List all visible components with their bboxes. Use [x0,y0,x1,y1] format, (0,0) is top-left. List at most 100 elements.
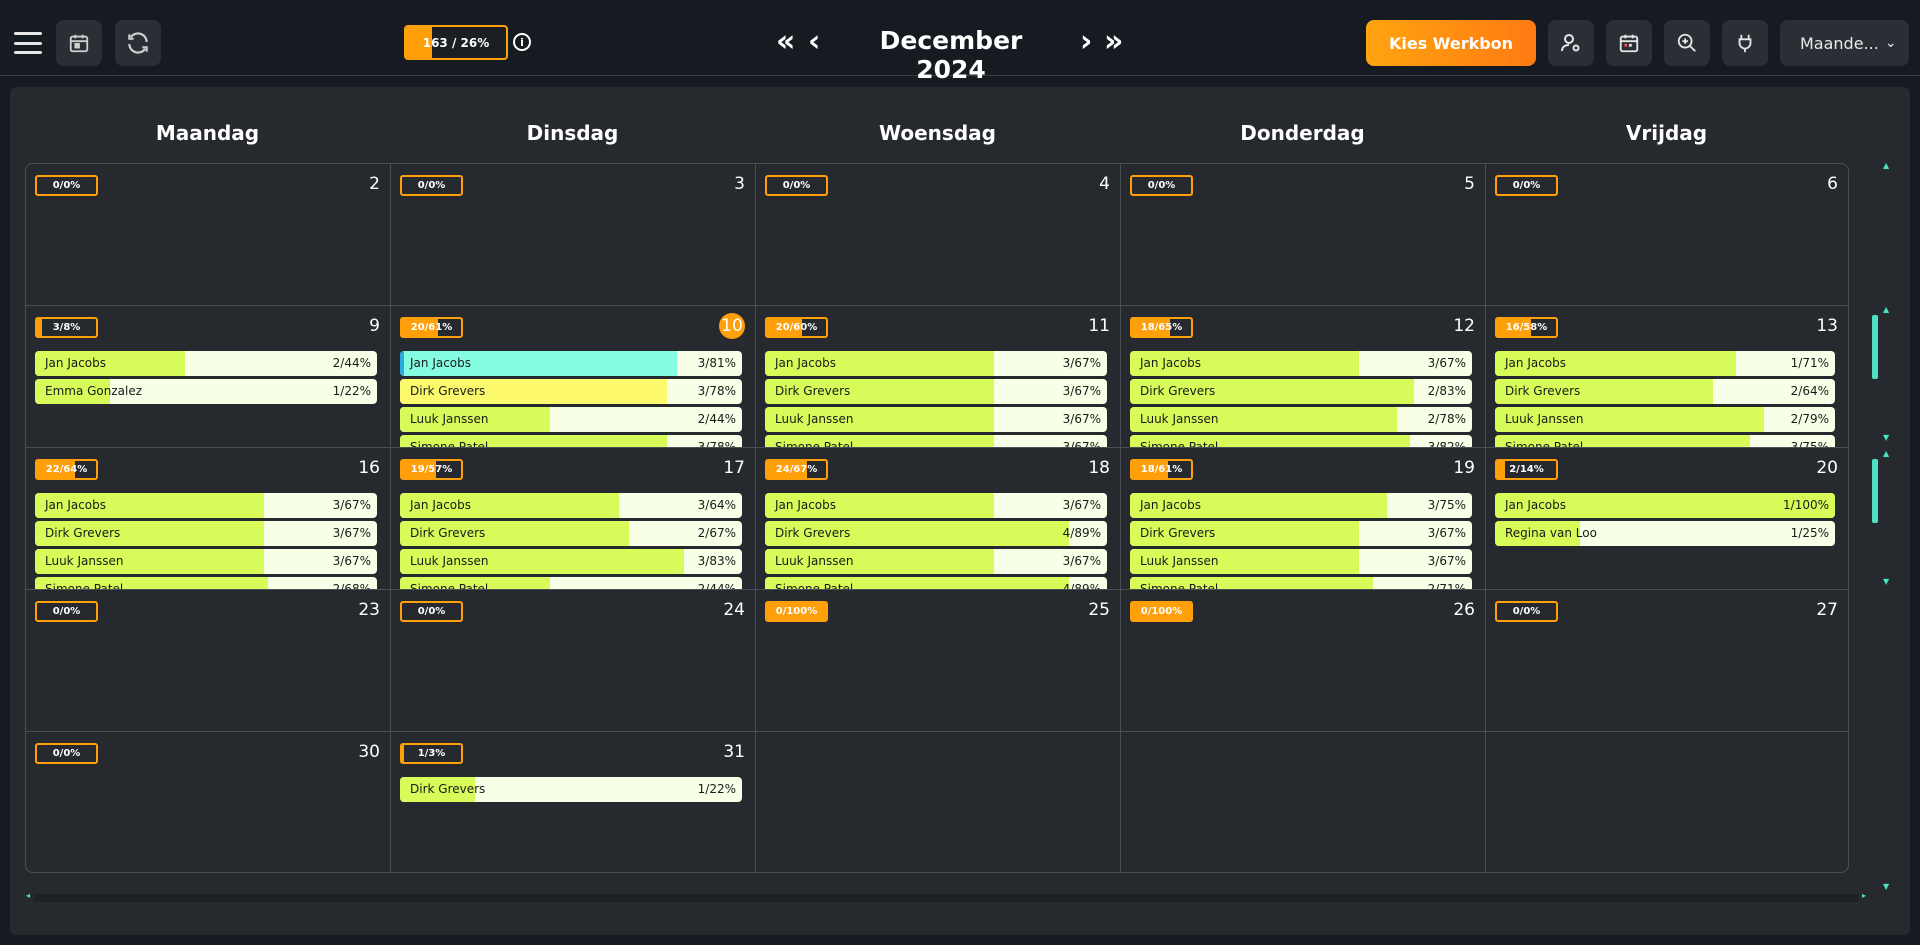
employee-row[interactable]: Simone Patel 3/78% [400,435,742,447]
employee-row[interactable]: Dirk Grevers 2/67% [400,521,742,546]
plug-icon [1738,34,1752,53]
day-capacity-badge: 0/0% [35,601,98,622]
employee-row[interactable]: Jan Jacobs 1/100% [1495,493,1835,518]
zoom-button[interactable] [1664,20,1710,66]
employee-name: Regina van Loo [1505,526,1597,540]
day-capacity-badge: 18/61% [1130,459,1193,480]
next-year-button[interactable]: » [1104,25,1123,59]
horizontal-scrollbar[interactable]: ◂ ▸ [26,891,1866,902]
week-scroll-thumb[interactable] [1872,315,1878,379]
refresh-button[interactable] [115,20,161,66]
employee-row[interactable]: Simone Patel 3/82% [1130,435,1472,447]
next-month-button[interactable]: › [1080,25,1092,59]
day-capacity-badge: 20/60% [765,317,828,338]
employee-row[interactable]: Simone Patel 2/71% [1130,577,1472,589]
employee-row[interactable]: Dirk Grevers 3/67% [1130,521,1472,546]
employee-row[interactable]: Jan Jacobs 3/67% [1130,351,1472,376]
scroll-left-arrow[interactable]: ◂ [26,891,30,900]
day-cell[interactable]: 0/0% 23 [26,590,391,732]
day-cell[interactable]: 0/0% 5 [1121,164,1486,306]
employee-row[interactable]: Jan Jacobs 3/67% [765,351,1107,376]
employee-row[interactable]: Regina van Loo 1/25% [1495,521,1835,546]
employee-row[interactable]: Jan Jacobs 3/64% [400,493,742,518]
day-cell[interactable]: 0/0% 6 [1486,164,1848,306]
kies-werkbon-button[interactable]: Kies Werkbon [1366,20,1536,66]
employee-load-value: 3/67% [1062,412,1101,426]
scroll-right-arrow[interactable]: ▸ [1862,891,1866,900]
employee-load-value: 4/89% [1062,582,1101,590]
employee-row[interactable]: Dirk Grevers 3/67% [35,521,377,546]
employee-row[interactable]: Jan Jacobs 2/44% [35,351,377,376]
employee-row[interactable]: Luuk Janssen 2/44% [400,407,742,432]
day-cell[interactable]: 0/0% 27 [1486,590,1848,732]
calendar-today-button[interactable] [56,20,102,66]
day-cell[interactable]: 3/8% 9 Jan Jacobs 2/44% Emma Gonzalez 1/22% [26,306,391,448]
day-cell[interactable]: 19/57% 17 Jan Jacobs 3/64% Dirk Grevers 2/67%… [391,448,756,590]
scroll-up-arrow[interactable]: ▲ [1883,449,1889,458]
day-cell[interactable]: 0/0% 24 [391,590,756,732]
employee-row[interactable]: Simone Patel 3/75% [1495,435,1835,447]
day-cell[interactable]: 16/58% 13 Jan Jacobs 1/71% Dirk Grevers 2/64%… [1486,306,1848,448]
week-scroll-thumb[interactable] [1872,459,1878,523]
employee-row[interactable]: Jan Jacobs 3/75% [1130,493,1472,518]
today-day-number: 10 [719,313,745,339]
day-cell[interactable]: 0/100% 26 [1121,590,1486,732]
employee-row[interactable]: Jan Jacobs 3/67% [765,493,1107,518]
scroll-down-arrow[interactable]: ▼ [1883,882,1889,891]
employee-list: Jan Jacobs 3/64% Dirk Grevers 2/67% Luuk Jan… [400,493,742,589]
scroll-up-arrow[interactable]: ▲ [1883,161,1889,170]
day-cell[interactable]: 20/60% 11 Jan Jacobs 3/67% Dirk Grevers 3/67%… [756,306,1121,448]
view-mode-select[interactable]: Maande... ⌄ [1780,20,1909,66]
employee-name: Jan Jacobs [1140,356,1202,370]
employee-row[interactable]: Simone Patel 3/67% [765,435,1107,447]
day-cell[interactable]: 24/67% 18 Jan Jacobs 3/67% Dirk Grevers 4/89%… [756,448,1121,590]
employee-row[interactable]: Simone Patel 4/89% [765,577,1107,590]
day-cell[interactable]: 0/100% 25 [756,590,1121,732]
calendar-view-button[interactable] [1606,20,1652,66]
employee-row[interactable]: Emma Gonzalez 1/22% [35,379,377,404]
employee-name: Luuk Janssen [775,554,854,568]
prev-month-button[interactable]: ‹ [808,25,820,59]
employee-row[interactable]: Dirk Grevers 3/78% [400,379,742,404]
day-cell[interactable]: 1/3% 31 Dirk Grevers 1/22% [391,732,756,872]
employee-load-value: 4/89% [1062,526,1101,540]
day-cell[interactable]: 20/61% 10 Jan Jacobs 3/81% Dirk Grevers 3/78%… [391,306,756,448]
day-cell[interactable]: 0/0% 2 [26,164,391,306]
employee-row[interactable]: Dirk Grevers 4/89% [765,521,1107,546]
employee-row[interactable]: Dirk Grevers 2/83% [1130,379,1472,404]
weekday-header: Woensdag [879,121,996,145]
employee-row[interactable]: Luuk Janssen 3/67% [35,549,377,574]
day-cell[interactable]: 18/61% 19 Jan Jacobs 3/75% Dirk Grevers 3/67%… [1121,448,1486,590]
day-cell[interactable]: 0/0% 3 [391,164,756,306]
scroll-up-arrow[interactable]: ▲ [1883,305,1889,314]
user-settings-button[interactable] [1548,20,1594,66]
employee-row[interactable]: Dirk Grevers 2/64% [1495,379,1835,404]
prev-year-button[interactable]: « [776,25,795,59]
employee-row[interactable]: Luuk Janssen 3/83% [400,549,742,574]
info-icon[interactable]: i [513,33,531,51]
plug-button[interactable] [1722,20,1768,66]
employee-row[interactable]: Jan Jacobs 3/81% [400,351,742,376]
day-cell[interactable]: 0/0% 4 [756,164,1121,306]
day-cell[interactable]: 2/14% 20 Jan Jacobs 1/100% Regina van Loo 1/2… [1486,448,1848,590]
hamburger-menu-icon[interactable] [14,32,42,54]
employee-row[interactable]: Luuk Janssen 3/67% [1130,549,1472,574]
employee-row[interactable]: Dirk Grevers 1/22% [400,777,742,802]
horizontal-scroll-track[interactable] [34,894,1858,902]
employee-row[interactable]: Jan Jacobs 1/71% [1495,351,1835,376]
employee-row[interactable]: Luuk Janssen 3/67% [765,549,1107,574]
employee-row[interactable]: Jan Jacobs 3/67% [35,493,377,518]
employee-row[interactable]: Dirk Grevers 3/67% [765,379,1107,404]
employee-row[interactable]: Simone Patel 2/44% [400,577,742,589]
scroll-down-arrow[interactable]: ▼ [1883,433,1889,442]
day-cell[interactable]: 0/0% 30 [26,732,391,872]
employee-row[interactable]: Simone Patel 2/68% [35,577,377,589]
day-cell[interactable]: 22/64% 16 Jan Jacobs 3/67% Dirk Grevers 3/67%… [26,448,391,590]
day-number: 23 [358,600,380,620]
employee-row[interactable]: Luuk Janssen 2/79% [1495,407,1835,432]
scroll-down-arrow[interactable]: ▼ [1883,577,1889,586]
badge-text: 0/100% [775,606,818,617]
employee-row[interactable]: Luuk Janssen 2/78% [1130,407,1472,432]
day-cell[interactable]: 18/65% 12 Jan Jacobs 3/67% Dirk Grevers 2/83%… [1121,306,1486,448]
employee-row[interactable]: Luuk Janssen 3/67% [765,407,1107,432]
